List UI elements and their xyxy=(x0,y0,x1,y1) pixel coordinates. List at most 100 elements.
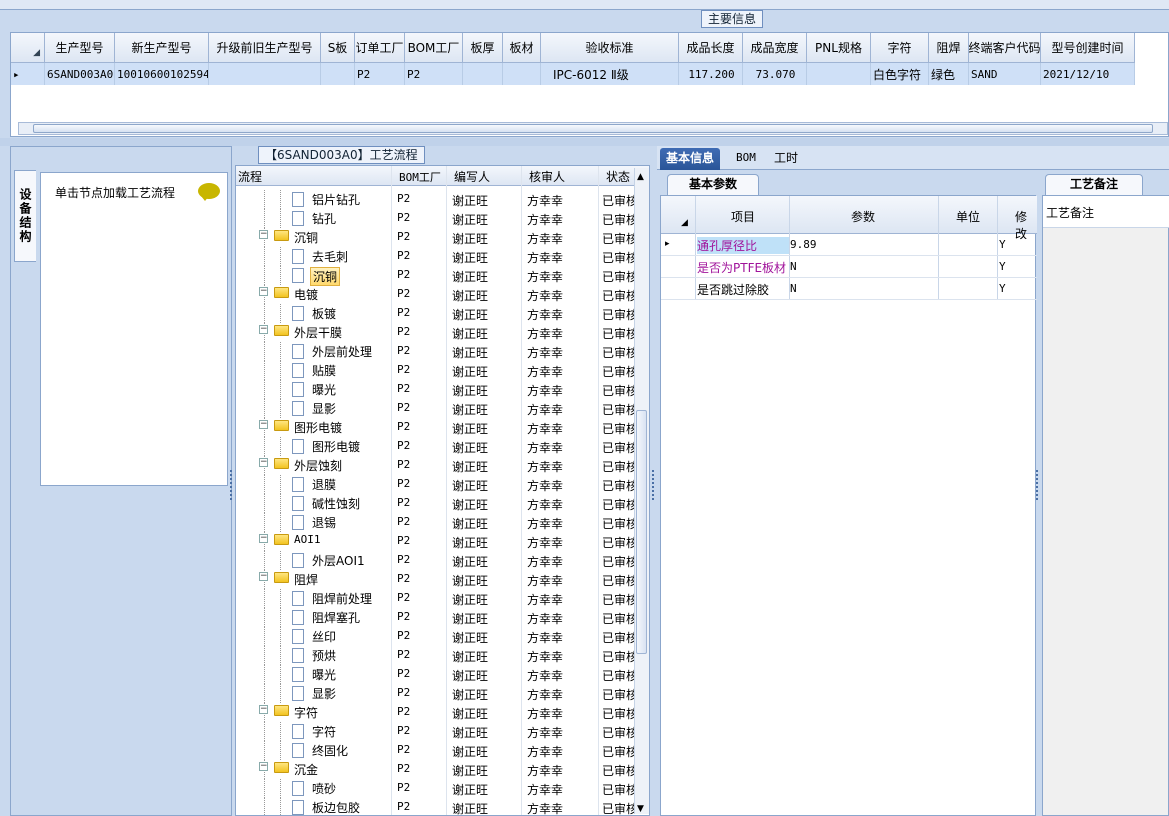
col-header[interactable]: 订单工厂 xyxy=(355,33,405,62)
grid-cell[interactable]: 73.070 xyxy=(743,63,807,85)
middle-splitter-grip[interactable] xyxy=(652,470,657,500)
splitter[interactable] xyxy=(0,138,1169,146)
process-step-name[interactable]: 沉铜 xyxy=(310,267,341,286)
tree-row[interactable]: 铝片钻孔 P2 谢正旺 方幸幸 已审核 xyxy=(236,190,636,209)
process-step-name[interactable]: 外层AOI1 xyxy=(310,552,367,569)
tab-bom[interactable]: BOM xyxy=(730,148,762,170)
col-header[interactable]: 流程 xyxy=(238,168,262,185)
tree-row[interactable]: − 阻焊 P2 谢正旺 方幸幸 已审核 xyxy=(236,570,636,589)
col-header[interactable]: BOM工厂 xyxy=(405,33,463,62)
param-row[interactable]: 是否跳过除胶 N Y xyxy=(661,278,1037,300)
scroll-thumb[interactable] xyxy=(636,410,647,654)
tree-row[interactable]: 退膜 P2 谢正旺 方幸幸 已审核 xyxy=(236,475,636,494)
tree-row[interactable]: 板边包胶 P2 谢正旺 方幸幸 已审核 xyxy=(236,798,636,815)
process-step-name[interactable]: 沉金 xyxy=(292,761,320,778)
tree-row[interactable]: 终固化 P2 谢正旺 方幸幸 已审核 xyxy=(236,741,636,760)
process-step-name[interactable]: 铝片钻孔 xyxy=(310,191,362,208)
grid-cell[interactable]: P2 xyxy=(355,63,405,85)
process-step-name[interactable]: 喷砂 xyxy=(310,780,338,797)
col-header[interactable]: 升级前旧生产型号 xyxy=(209,33,321,62)
process-step-name[interactable]: 退膜 xyxy=(310,476,338,493)
col-header[interactable]: 项目 xyxy=(731,208,755,225)
collapse-icon[interactable]: − xyxy=(259,762,268,771)
tree-row[interactable]: 贴膜 P2 谢正旺 方幸幸 已审核 xyxy=(236,361,636,380)
tree-row[interactable]: − 字符 P2 谢正旺 方幸幸 已审核 xyxy=(236,703,636,722)
tree-row[interactable]: 阻焊塞孔 P2 谢正旺 方幸幸 已审核 xyxy=(236,608,636,627)
device-tree-box[interactable]: 单击节点加载工艺流程 xyxy=(40,172,228,486)
process-step-name[interactable]: 钻孔 xyxy=(310,210,338,227)
process-step-name[interactable]: 外层干膜 xyxy=(292,324,344,341)
scroll-up-icon[interactable]: ▲ xyxy=(637,172,644,182)
col-header[interactable]: 成品宽度 xyxy=(743,33,807,62)
tree-row[interactable]: 碱性蚀刻 P2 谢正旺 方幸幸 已审核 xyxy=(236,494,636,513)
tree-row[interactable]: 外层AOI1 P2 谢正旺 方幸幸 已审核 xyxy=(236,551,636,570)
grid-cell[interactable]: P2 xyxy=(405,63,463,85)
horizontal-scrollbar[interactable] xyxy=(18,122,1168,135)
tab-process-memo[interactable]: 工艺备注 xyxy=(1045,174,1143,195)
process-step-name[interactable]: AOI1 xyxy=(292,533,323,546)
process-step-name[interactable]: 贴膜 xyxy=(310,362,338,379)
grid-cell[interactable] xyxy=(321,63,355,85)
tree-row[interactable]: 显影 P2 谢正旺 方幸幸 已审核 xyxy=(236,399,636,418)
param-row[interactable]: 是否为PTFE板材 N Y xyxy=(661,256,1037,278)
grid-cell[interactable]: IPC-6012 Ⅱ级 xyxy=(541,63,679,85)
process-step-name[interactable]: 显影 xyxy=(310,685,338,702)
process-step-name[interactable]: 外层前处理 xyxy=(310,343,374,360)
tree-row[interactable]: 丝印 P2 谢正旺 方幸幸 已审核 xyxy=(236,627,636,646)
col-header[interactable]: 参数 xyxy=(851,208,875,225)
tree-row[interactable]: − 图形电镀 P2 谢正旺 方幸幸 已审核 xyxy=(236,418,636,437)
tree-row[interactable]: 喷砂 P2 谢正旺 方幸幸 已审核 xyxy=(236,779,636,798)
collapse-icon[interactable]: − xyxy=(259,230,268,239)
collapse-icon[interactable]: − xyxy=(259,458,268,467)
col-header[interactable]: 核审人 xyxy=(529,168,565,185)
col-header[interactable]: 状态 xyxy=(606,168,630,185)
right-splitter-grip[interactable] xyxy=(1036,470,1041,500)
scroll-down-icon[interactable]: ▼ xyxy=(637,804,644,814)
grid-cell[interactable] xyxy=(503,63,541,85)
tree-row[interactable]: 外层前处理 P2 谢正旺 方幸幸 已审核 xyxy=(236,342,636,361)
process-step-name[interactable]: 板镀 xyxy=(310,305,338,322)
tree-row[interactable]: − 沉金 P2 谢正旺 方幸幸 已审核 xyxy=(236,760,636,779)
grid-cell[interactable]: 6SAND003A0 xyxy=(45,63,115,85)
col-header[interactable]: 板厚 xyxy=(463,33,503,62)
process-step-name[interactable]: 去毛刺 xyxy=(310,248,350,265)
process-step-name[interactable]: 预烘 xyxy=(310,647,338,664)
grid-cell[interactable] xyxy=(209,63,321,85)
collapse-icon[interactable]: − xyxy=(259,325,268,334)
param-value[interactable]: N xyxy=(790,282,797,295)
tab-basic-info[interactable]: 基本信息 xyxy=(660,148,721,170)
process-step-name[interactable]: 碱性蚀刻 xyxy=(310,495,362,512)
col-header[interactable]: 板材 xyxy=(503,33,541,62)
process-step-name[interactable]: 退锡 xyxy=(310,514,338,531)
col-header[interactable]: 单位 xyxy=(956,208,980,225)
col-header[interactable]: BOM工厂 xyxy=(399,169,441,185)
collapse-icon[interactable]: − xyxy=(259,705,268,714)
tree-row[interactable]: 板镀 P2 谢正旺 方幸幸 已审核 xyxy=(236,304,636,323)
tree-row[interactable]: 图形电镀 P2 谢正旺 方幸幸 已审核 xyxy=(236,437,636,456)
tree-row[interactable]: 字符 P2 谢正旺 方幸幸 已审核 xyxy=(236,722,636,741)
collapse-icon[interactable]: − xyxy=(259,572,268,581)
grid-cell[interactable]: 117.200 xyxy=(679,63,743,85)
tree-row[interactable]: 阻焊前处理 P2 谢正旺 方幸幸 已审核 xyxy=(236,589,636,608)
col-header[interactable]: 阻焊 xyxy=(929,33,969,62)
tree-row[interactable]: 退锡 P2 谢正旺 方幸幸 已审核 xyxy=(236,513,636,532)
col-header[interactable]: 型号创建时间 xyxy=(1041,33,1135,62)
col-header[interactable]: 编写人 xyxy=(454,168,490,185)
tab-work-hours[interactable]: 工时 xyxy=(768,148,804,170)
tab-basic-params[interactable]: 基本参数 xyxy=(667,174,759,195)
process-step-name[interactable]: 曝光 xyxy=(310,381,338,398)
col-header[interactable]: S板 xyxy=(321,33,355,62)
process-step-name[interactable]: 曝光 xyxy=(310,666,338,683)
tree-row[interactable]: 曝光 P2 谢正旺 方幸幸 已审核 xyxy=(236,665,636,684)
tab-device-structure[interactable]: 设备结构 xyxy=(14,170,36,262)
tree-row[interactable]: 曝光 P2 谢正旺 方幸幸 已审核 xyxy=(236,380,636,399)
tree-row[interactable]: − 电镀 P2 谢正旺 方幸幸 已审核 xyxy=(236,285,636,304)
tree-row[interactable]: − 外层干膜 P2 谢正旺 方幸幸 已审核 xyxy=(236,323,636,342)
grid-cell[interactable] xyxy=(463,63,503,85)
param-value[interactable]: 9.89 xyxy=(790,238,817,251)
tree-row[interactable]: − AOI1 P2 谢正旺 方幸幸 已审核 xyxy=(236,532,636,551)
collapse-icon[interactable]: − xyxy=(259,420,268,429)
tree-row[interactable]: 去毛刺 P2 谢正旺 方幸幸 已审核 xyxy=(236,247,636,266)
grid-cell[interactable]: 2021/12/10 xyxy=(1041,63,1135,85)
process-step-name[interactable]: 图形电镀 xyxy=(310,438,362,455)
